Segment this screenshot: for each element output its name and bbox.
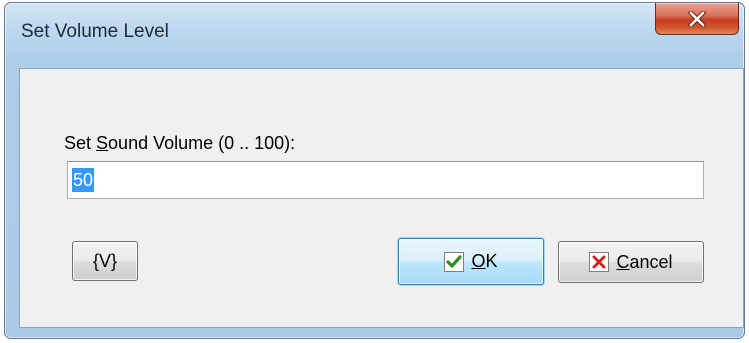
volume-label-mnemonic: S — [96, 133, 109, 153]
cancel-label: Cancel — [616, 252, 672, 273]
close-button[interactable] — [655, 3, 739, 35]
ok-label-mnemonic: O — [471, 251, 486, 271]
window-title: Set Volume Level — [21, 21, 169, 42]
ok-label: OK — [471, 251, 497, 272]
window-frame: Set Volume Level Set Sound Volume (0 .. … — [4, 2, 745, 339]
ok-label-rest: K — [485, 251, 498, 271]
volume-input[interactable]: 50 — [67, 161, 704, 199]
insert-variable-label: {V} — [92, 250, 118, 271]
cancel-label-mnemonic: C — [616, 251, 630, 272]
cancel-label-rest: ancel — [629, 251, 673, 272]
dialog-window: Set Volume Level Set Sound Volume (0 .. … — [0, 0, 749, 343]
volume-input-value[interactable]: 50 — [72, 168, 95, 192]
insert-variable-button[interactable]: {V} — [72, 241, 138, 281]
checkmark-icon — [444, 251, 465, 272]
close-icon — [688, 10, 706, 27]
ok-button[interactable]: OK — [398, 238, 544, 285]
volume-label-rest: ound Volume (0 .. 100): — [108, 133, 296, 153]
title-bar[interactable]: Set Volume Level — [5, 3, 744, 63]
cancel-button[interactable]: Cancel — [558, 241, 704, 283]
dialog-body: Set Sound Volume (0 .. 100): 50 {V} OK C… — [19, 68, 744, 328]
x-icon — [589, 252, 610, 272]
volume-field-label: Set Sound Volume (0 .. 100): — [64, 133, 295, 154]
volume-label-prefix: Set — [64, 133, 97, 153]
